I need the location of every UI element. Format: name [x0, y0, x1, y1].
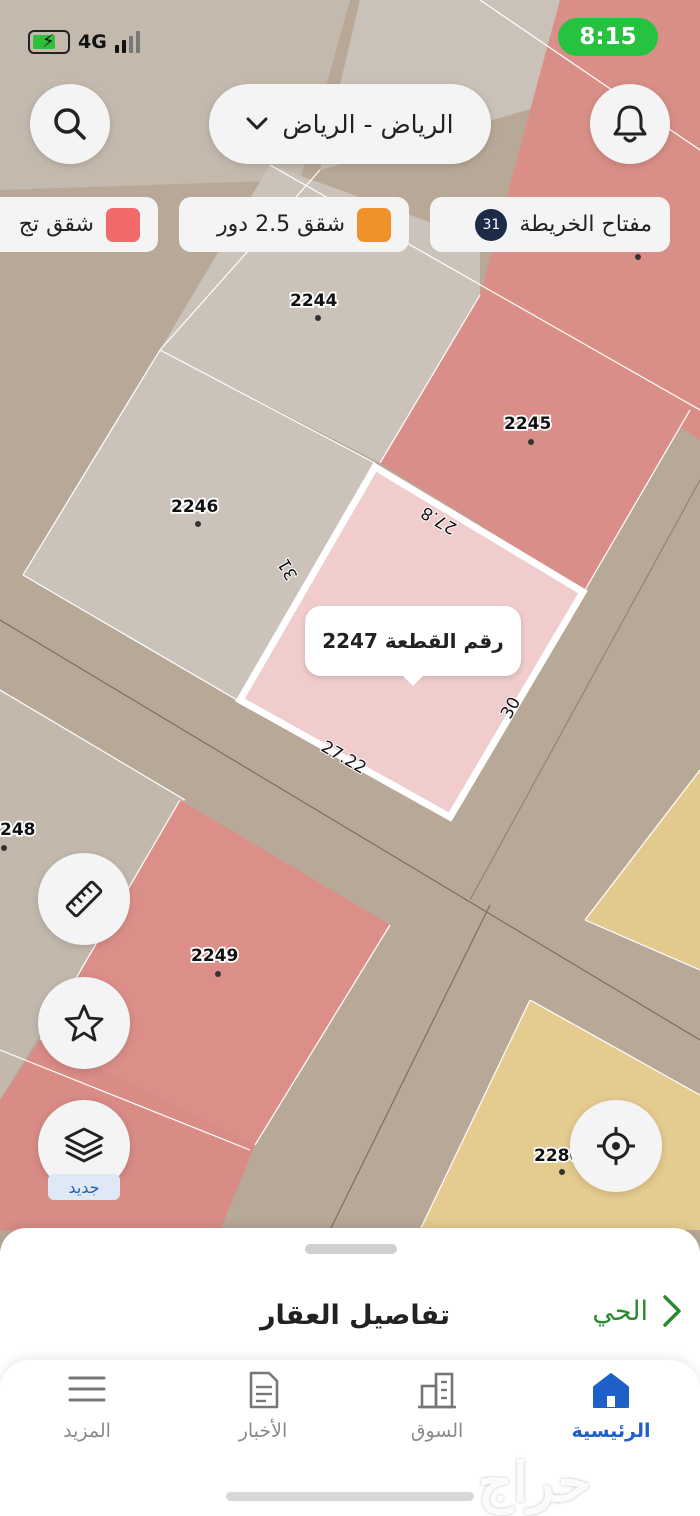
parcel-label: 2244 [290, 291, 337, 311]
tab-more[interactable]: المزيد [12, 1370, 162, 1442]
district-link[interactable]: الحي [592, 1294, 682, 1328]
legend-count-badge: 31 [475, 208, 508, 241]
legend-chip-commercial-apartments[interactable]: شقق تج [0, 197, 158, 252]
tab-home[interactable]: الرئيسية [536, 1370, 686, 1442]
bell-icon [613, 105, 647, 143]
legend-color-swatch [357, 207, 391, 242]
city-selector[interactable]: الرياض - الرياض [209, 84, 491, 164]
legend-label: مفتاح الخريطة [519, 212, 652, 237]
legend-label: شقق 2.5 دور [217, 212, 345, 237]
sheet-grabber[interactable] [305, 1244, 397, 1254]
battery-icon: ⚡ [28, 30, 70, 54]
signal-icon [114, 31, 140, 53]
tab-news[interactable]: الأخبار [188, 1370, 338, 1442]
parcel-label: 248 [0, 820, 36, 840]
map-legend-button[interactable]: مفتاح الخريطة 31 [430, 197, 670, 252]
notifications-button[interactable] [590, 84, 670, 164]
search-icon [54, 108, 86, 140]
tab-label: السوق [410, 1420, 464, 1442]
sheet-title: تفاصيل العقار [260, 1300, 451, 1331]
district-label: الحي [592, 1295, 648, 1327]
legend-label: شقق تج [18, 212, 94, 237]
plot-number-label: رقم القطعة 2247 [322, 629, 504, 653]
chevron-right-icon [663, 1295, 681, 1327]
crosshair-icon [597, 1127, 635, 1165]
plot-tooltip[interactable]: رقم القطعة 2247 [305, 606, 521, 686]
status-indicators: ⚡ 4G [28, 30, 140, 54]
new-badge: جديد [48, 1174, 120, 1200]
tab-label: الرئيسية [571, 1420, 651, 1442]
tab-label: المزيد [63, 1420, 111, 1442]
city-selector-label: الرياض - الرياض [282, 109, 454, 139]
watermark-logo: حراج [478, 1450, 592, 1514]
menu-icon [68, 1376, 106, 1402]
status-time: 8:15 [558, 18, 658, 56]
legend-chip-apartments-2-5[interactable]: شقق 2.5 دور [179, 197, 409, 252]
bottom-tab-bar: الرئيسية السوق الأخبار المزيد [0, 1360, 700, 1516]
layers-icon [64, 1127, 104, 1163]
tab-label: الأخبار [238, 1420, 288, 1442]
legend-color-swatch [106, 207, 140, 242]
home-icon [593, 1373, 629, 1408]
status-bar: ⚡ 4G 8:15 [0, 0, 700, 80]
favorites-button[interactable] [38, 977, 130, 1069]
locate-me-button[interactable] [570, 1100, 662, 1192]
home-indicator [226, 1492, 474, 1501]
buildings-icon [418, 1372, 456, 1409]
star-icon [64, 1004, 104, 1042]
tab-market[interactable]: السوق [362, 1370, 512, 1442]
ruler-icon [65, 880, 103, 918]
parcel-label: 2249 [191, 946, 238, 966]
parcel-label: 2245 [504, 414, 551, 434]
search-button[interactable] [30, 84, 110, 164]
network-type: 4G [78, 31, 107, 53]
news-icon [249, 1371, 279, 1409]
chevron-down-icon [246, 117, 268, 130]
measure-button[interactable] [38, 853, 130, 945]
parcel-label: 2246 [171, 497, 218, 517]
